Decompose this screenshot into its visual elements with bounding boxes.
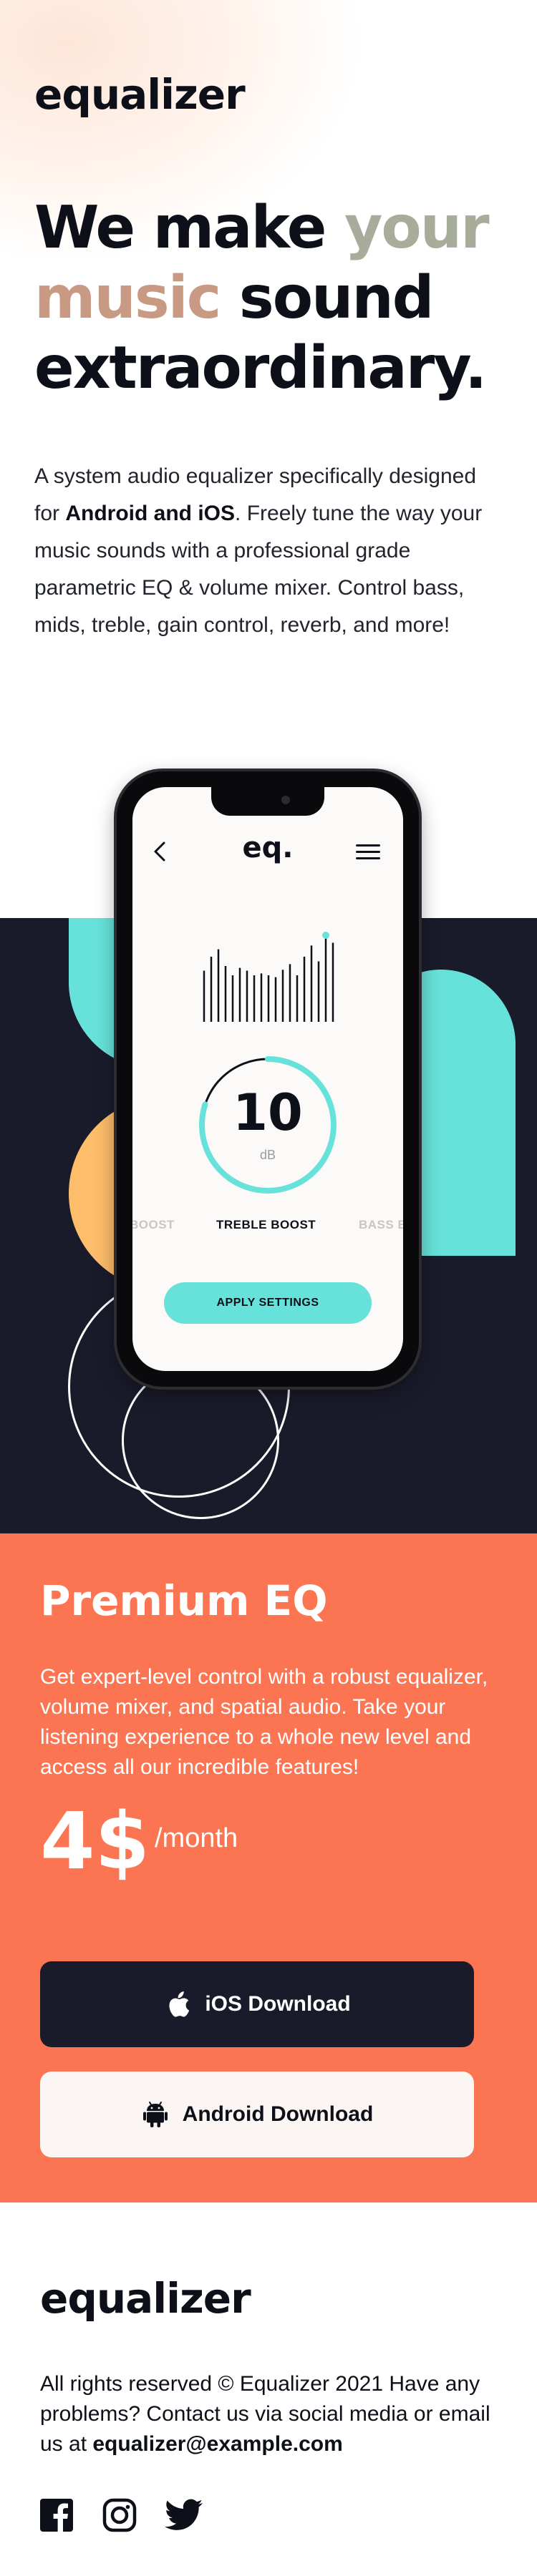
headline-word-music: music [34, 264, 221, 332]
page: equalizer We make your music sound extra… [0, 0, 537, 2576]
footer: equalizer All rights reserved © Equalize… [0, 2202, 537, 2576]
hero-intro: A system audio equalizer specifically de… [34, 458, 493, 644]
twitter-icon[interactable] [165, 2496, 203, 2534]
apply-settings-button[interactable]: APPLY SETTINGS [164, 1282, 372, 1324]
preset-carousel: BOOST TREBLE BOOST BASS B [132, 1218, 403, 1239]
preset-bass-boost[interactable]: BASS B [359, 1218, 403, 1232]
instagram-icon[interactable] [100, 2496, 139, 2534]
ios-download-label: iOS Download [205, 1992, 351, 2016]
facebook-icon[interactable] [37, 2496, 76, 2534]
eq-peak-handle[interactable] [322, 932, 329, 939]
preset-treble-boost[interactable]: TREBLE BOOST [216, 1218, 316, 1232]
dial-value: 10 [233, 1083, 303, 1142]
android-icon [141, 2100, 170, 2129]
footer-logo[interactable]: equalizer [40, 2274, 251, 2323]
gain-dial[interactable]: 10 dB [196, 1053, 339, 1196]
headline-word-your: your [344, 194, 490, 262]
footer-email-link[interactable]: equalizer@example.com [92, 2432, 342, 2456]
footer-text: All rights reserved © Equalizer 2021 Hav… [40, 2369, 498, 2459]
site-logo[interactable]: equalizer [34, 70, 246, 119]
apple-icon [163, 1990, 192, 2019]
price-period: /month [155, 1823, 238, 1853]
hamburger-menu-icon[interactable] [356, 844, 380, 862]
premium-section: Premium EQ Get expert-level control with… [0, 1533, 537, 2202]
hero-headline: We make your music sound extraordinary. [34, 193, 521, 404]
phone-mockup: eq. 10 dB BOOST TREBLE BOOST BASS B APPL… [117, 771, 419, 1387]
preset-boost[interactable]: BOOST [132, 1218, 175, 1232]
android-download-label: Android Download [182, 2102, 374, 2126]
premium-description: Get expert-level control with a robust e… [40, 1665, 488, 1779]
camera-dot [281, 796, 290, 804]
equalizer-bars [203, 932, 334, 1022]
premium-title: Premium EQ [40, 1576, 328, 1625]
android-download-button[interactable]: Android Download [40, 2072, 474, 2157]
ios-download-button[interactable]: iOS Download [40, 1961, 474, 2047]
dial-unit: dB [259, 1148, 276, 1162]
phone-screen: eq. 10 dB BOOST TREBLE BOOST BASS B APPL… [132, 787, 403, 1371]
headline-text-1: We make [34, 194, 344, 262]
phone-notch [211, 787, 324, 816]
intro-platforms: Android and iOS [65, 502, 236, 525]
price-value: 4$ [40, 1795, 150, 1887]
